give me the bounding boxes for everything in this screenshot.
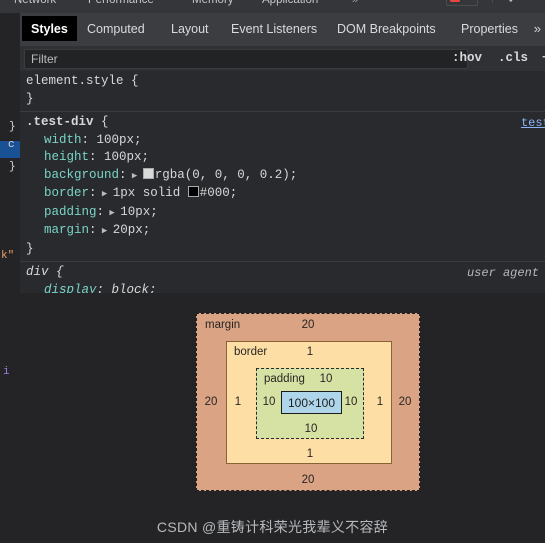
gear-icon[interactable] [503,0,516,3]
stylesheet-origin-label: user agent styl [466,266,545,280]
box-model-padding-left[interactable]: 10 [259,396,279,408]
toolbar-tab-application[interactable]: Application [262,0,318,9]
color-swatch[interactable] [142,167,154,179]
stylesheet-origin-link[interactable]: test. [521,115,545,133]
css-property-name[interactable]: width [44,133,82,147]
styles-pane-tabbar: Styles Computed Layout Event Listeners D… [20,13,545,47]
devtools-styles-panel: Network Performance Memory Application »… [0,0,545,543]
box-model-margin-bottom[interactable]: 20 [293,474,323,486]
toolbar-divider [492,0,493,3]
expand-arrow-icon[interactable]: ▶ [104,208,120,218]
css-selector[interactable]: .test-div [26,115,94,129]
css-property-value[interactable]: 10px [120,205,150,219]
css-property-value[interactable]: rgba(0, 0, 0, 0.2) [155,168,290,182]
styles-filter-bar: :hov .cls + [20,46,545,72]
css-rules-list[interactable]: element.style { } test. .test-div { widt… [20,71,545,293]
box-model-padding-bottom[interactable]: 10 [300,423,322,435]
expand-arrow-icon[interactable]: ▶ [127,171,143,181]
box-model-margin-label: margin [205,319,241,331]
css-declaration[interactable]: display: block; [26,282,545,294]
css-rule-user-agent-div[interactable]: user agent styl div { display: block; } [20,262,545,293]
box-model-padding-box[interactable]: padding 10 10 10 10 100×100 [256,368,364,439]
box-model-content-box[interactable]: 100×100 [281,391,342,414]
toolbar-overflow-icon[interactable]: » [352,0,358,9]
tab-layout[interactable]: Layout [162,16,218,41]
tab-properties[interactable]: Properties [452,16,527,41]
css-property-name[interactable]: margin [44,223,89,237]
error-count-label: 14 [463,0,474,3]
css-selector[interactable]: element.style [26,74,124,88]
box-model-diagram: margin 20 20 20 20 border 1 1 1 1 paddin… [20,293,545,543]
tab-event-listeners[interactable]: Event Listeners [222,16,326,41]
css-rule-element-style[interactable]: element.style { } [20,71,545,112]
toolbar-tab-memory[interactable]: Memory [192,0,234,9]
dom-tree-strip[interactable]: } c } k" i [0,13,21,543]
css-rule-test-div[interactable]: test. .test-div { width: 100px; height: … [20,112,545,262]
css-property-name[interactable]: height [44,150,89,164]
box-model-border-right[interactable]: 1 [373,396,387,408]
dom-fragment: } [9,121,16,133]
expand-arrow-icon[interactable]: ▶ [97,226,113,236]
box-model-border-left[interactable]: 1 [231,396,245,408]
error-count-badge[interactable]: 14 [446,0,478,6]
css-declaration[interactable]: width: 100px; [26,132,545,150]
box-model-margin-right[interactable]: 20 [394,396,416,408]
box-model-margin-left[interactable]: 20 [200,396,222,408]
css-property-value[interactable]: 20px [113,223,143,237]
filter-input[interactable] [24,49,468,69]
cls-toggle-button[interactable]: .cls [498,50,528,66]
css-property-name[interactable]: display [44,283,97,294]
tab-computed[interactable]: Computed [78,16,154,41]
box-model-margin-top[interactable]: 20 [293,319,323,331]
box-model-border-label: border [234,346,268,358]
toolbar-tab-performance[interactable]: Performance [88,0,154,9]
css-property-name[interactable]: padding [44,205,97,219]
expand-arrow-icon[interactable]: ▶ [97,189,113,199]
hov-toggle-button[interactable]: :hov [452,50,482,66]
dom-fragment: c [8,139,15,151]
toolbar-tab-network[interactable]: Network [14,0,56,9]
box-model-padding-top[interactable]: 10 [315,373,337,385]
box-model-padding-label: padding [264,373,305,385]
css-property-name[interactable]: border [44,186,89,200]
box-model-margin-box[interactable]: margin 20 20 20 20 border 1 1 1 1 paddin… [196,313,420,491]
box-model-border-box[interactable]: border 1 1 1 1 padding 10 10 10 10 100×1… [226,341,392,464]
dom-fragment: i [3,366,10,378]
css-declaration[interactable]: height: 100px; [26,149,545,167]
panel-tabs-overflow-icon[interactable]: » [530,16,544,41]
error-icon [450,0,460,2]
devtools-main-toolbar: Network Performance Memory Application »… [0,0,545,13]
css-property-value[interactable]: block [112,283,150,294]
css-declaration[interactable]: margin: ▶ 20px; [26,222,545,241]
box-model-padding-right[interactable]: 10 [341,396,361,408]
dom-fragment: } [9,161,16,173]
css-declaration[interactable]: background: ▶ rgba(0, 0, 0, 0.2); [26,167,545,186]
tab-dom-breakpoints[interactable]: DOM Breakpoints [328,16,445,41]
box-model-border-top[interactable]: 1 [297,346,323,358]
css-property-value[interactable]: 100px [104,150,142,164]
box-model-border-bottom[interactable]: 1 [297,448,323,460]
css-declaration[interactable]: padding: ▶ 10px; [26,204,545,223]
tab-styles[interactable]: Styles [22,16,77,41]
watermark-text: CSDN @重铸计科荣光我辈义不容辞 [156,519,389,535]
css-property-value[interactable]: 100px [97,133,135,147]
color-swatch[interactable] [187,186,199,197]
css-property-name[interactable]: background [44,168,119,182]
css-selector[interactable]: div [26,265,49,279]
dom-fragment: k" [1,250,15,262]
css-declaration[interactable]: border: ▶ 1px solid #000; [26,185,545,204]
